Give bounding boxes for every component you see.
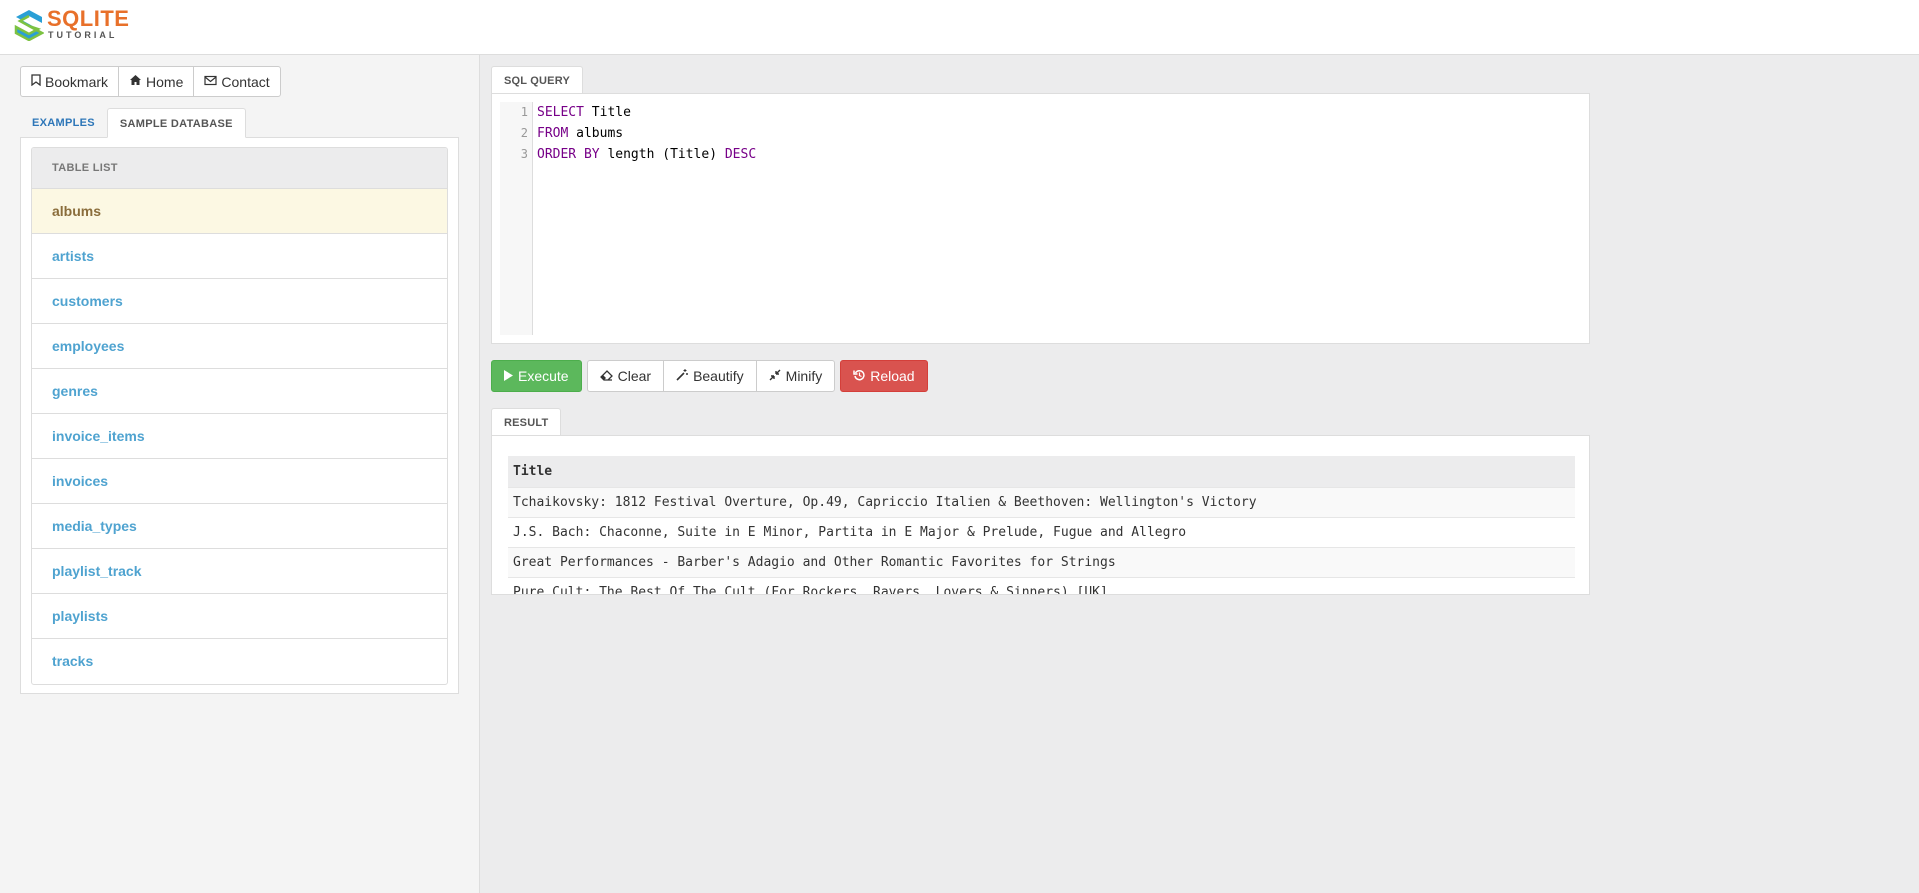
bookmark-label: Bookmark <box>45 73 109 90</box>
sql-text: Title <box>583 105 631 120</box>
magic-wand-icon <box>676 368 689 384</box>
table-item-customers[interactable]: customers <box>32 279 447 324</box>
home-icon <box>129 74 142 89</box>
execute-button[interactable]: Execute <box>491 360 582 392</box>
clear-label: Clear <box>617 368 652 384</box>
table-item-invoices[interactable]: invoices <box>32 459 447 504</box>
table-item-employees[interactable]: employees <box>32 324 447 369</box>
line-number: 3 <box>520 147 528 161</box>
result-table: Title Tchaikovsky: 1812 Festival Overtur… <box>508 456 1575 594</box>
sql-editor[interactable]: 1 2 3 SELECT Title FROM albums ORDER BY … <box>500 102 1581 335</box>
contact-button[interactable]: Contact <box>193 66 281 97</box>
clear-button[interactable]: Clear <box>586 360 665 392</box>
tab-examples[interactable]: EXAMPLES <box>20 108 107 138</box>
table-item-artists[interactable]: artists <box>32 234 447 279</box>
logo-mark-icon <box>14 10 44 41</box>
left-tab-bar: EXAMPLES SAMPLE DATABASE <box>20 108 246 138</box>
bookmark-button[interactable]: Bookmark <box>20 66 120 97</box>
top-header: SQLITE TUTORIAL <box>0 0 1919 55</box>
sqlite-tutorial-logo[interactable]: SQLITE TUTORIAL <box>14 6 130 43</box>
home-label: Home <box>146 73 184 90</box>
column-header-title: Title <box>508 456 1575 487</box>
history-icon <box>853 368 865 384</box>
table-item-invoice-items[interactable]: invoice_items <box>32 414 447 459</box>
table-row: Pure Cult: The Best Of The Cult (For Roc… <box>508 576 1575 594</box>
code-line: ORDER BY length (Title) DESC <box>537 144 756 165</box>
table-cell: Tchaikovsky: 1812 Festival Overture, Op.… <box>508 486 1575 517</box>
sql-keyword: FROM <box>537 126 569 141</box>
sql-editor-panel: 1 2 3 SELECT Title FROM albums ORDER BY … <box>491 93 1590 344</box>
sql-keyword: SELECT <box>537 105 584 120</box>
logo-subtitle: TUTORIAL <box>48 30 118 40</box>
table-cell: Pure Cult: The Best Of The Cult (For Roc… <box>508 576 1575 594</box>
sql-code[interactable]: SELECT Title FROM albums ORDER BY length… <box>537 102 756 165</box>
table-item-albums[interactable]: albums <box>32 189 447 234</box>
execute-label: Execute <box>518 368 569 384</box>
play-icon <box>504 368 513 384</box>
eraser-icon <box>599 368 613 384</box>
minify-label: Minify <box>785 368 823 384</box>
sql-text: albums <box>568 126 624 141</box>
table-row: J.S. Bach: Chaconne, Suite in E Minor, P… <box>508 516 1575 547</box>
sql-keyword: DESC <box>724 147 757 162</box>
bookmark-icon <box>31 74 41 89</box>
table-list-header: TABLE LIST <box>32 148 447 189</box>
table-item-media-types[interactable]: media_types <box>32 504 447 549</box>
sql-keyword: ORDER BY <box>537 147 600 162</box>
beautify-label: Beautify <box>693 368 744 384</box>
line-number: 2 <box>520 126 528 140</box>
table-list: TABLE LIST albums artists customers empl… <box>31 147 448 685</box>
tab-sql-query[interactable]: SQL QUERY <box>491 66 583 94</box>
tab-result[interactable]: RESULT <box>491 408 562 436</box>
table-item-tracks[interactable]: tracks <box>32 639 447 684</box>
home-button[interactable]: Home <box>118 66 195 97</box>
table-row: Great Performances - Barber's Adagio and… <box>508 546 1575 577</box>
table-cell: J.S. Bach: Chaconne, Suite in E Minor, P… <box>508 516 1575 547</box>
nav-button-group: Bookmark Home Contact <box>20 66 281 97</box>
code-line: SELECT Title <box>537 102 756 123</box>
sample-database-panel: TABLE LIST albums artists customers empl… <box>20 137 459 694</box>
table-item-genres[interactable]: genres <box>32 369 447 414</box>
result-panel: Title Tchaikovsky: 1812 Festival Overtur… <box>491 435 1590 595</box>
reload-button[interactable]: Reload <box>840 360 928 392</box>
envelope-icon <box>204 75 217 89</box>
reload-label: Reload <box>870 368 915 384</box>
compress-icon <box>769 368 781 384</box>
line-number: 1 <box>520 105 528 119</box>
logo-title: SQLITE <box>47 6 130 31</box>
line-number-gutter: 1 2 3 <box>500 102 533 335</box>
beautify-button[interactable]: Beautify <box>663 360 757 392</box>
table-cell: Great Performances - Barber's Adagio and… <box>508 546 1575 577</box>
result-header-row: Title <box>508 456 1575 487</box>
action-toolbar: Execute Clear Beautify Minify Reload <box>491 360 928 392</box>
tab-sample-database[interactable]: SAMPLE DATABASE <box>106 108 246 138</box>
sql-text: length (Title) <box>599 147 725 162</box>
code-line: FROM albums <box>537 123 756 144</box>
minify-button[interactable]: Minify <box>755 360 836 392</box>
table-row: Tchaikovsky: 1812 Festival Overture, Op.… <box>508 486 1575 517</box>
table-item-playlist-track[interactable]: playlist_track <box>32 549 447 594</box>
contact-label: Contact <box>221 73 270 90</box>
left-panel: Bookmark Home Contact EXAMPLES SAMPLE DA… <box>0 55 480 893</box>
table-item-playlists[interactable]: playlists <box>32 594 447 639</box>
